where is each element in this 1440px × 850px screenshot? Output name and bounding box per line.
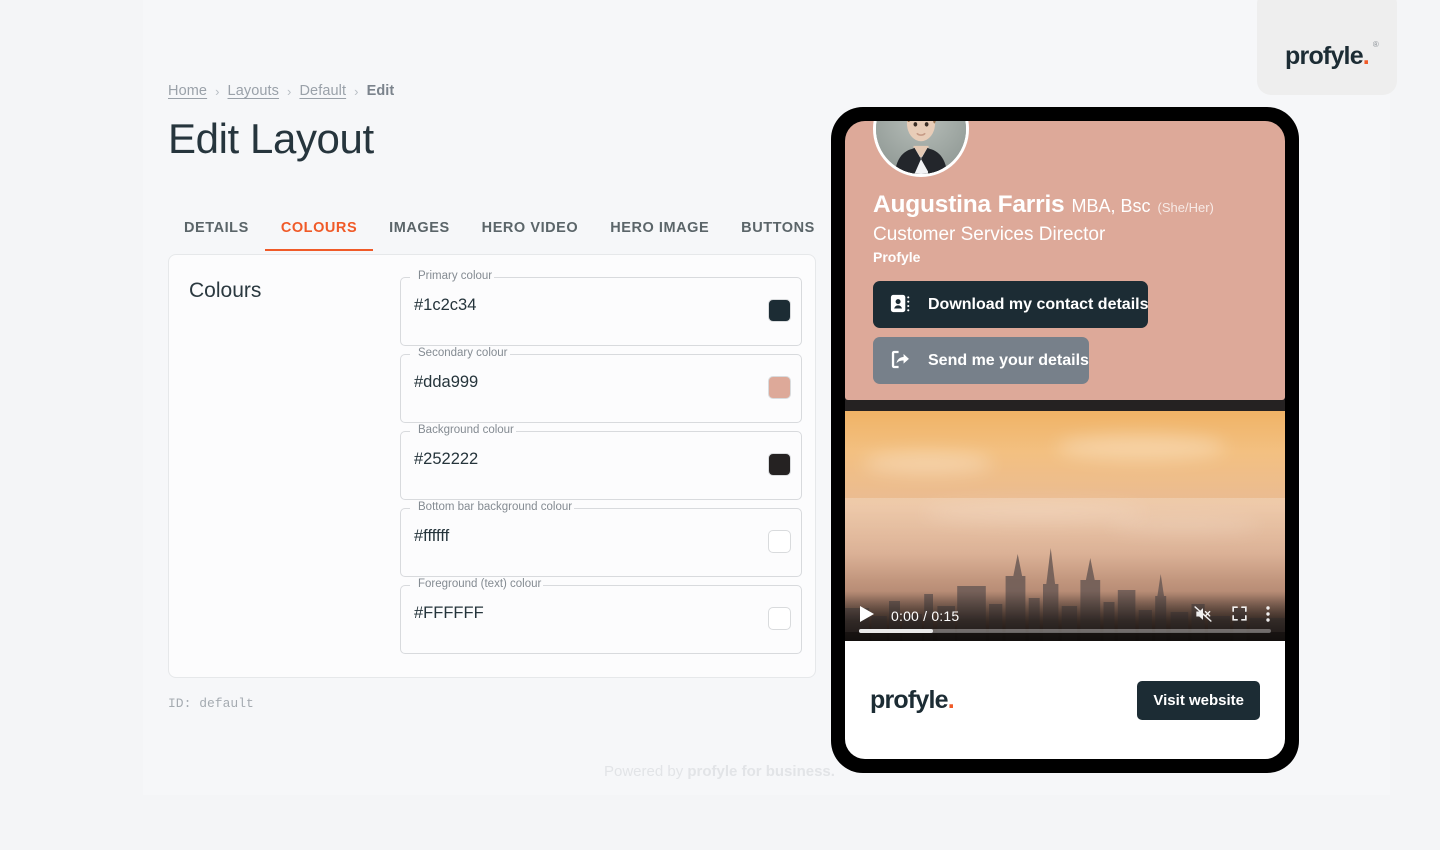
swatch-secondary-colour[interactable] [768,376,791,399]
layout-id-label: ID: default [168,696,254,711]
breadcrumb-item-default[interactable]: Default [299,83,346,99]
breadcrumb-item-layouts[interactable]: Layouts [228,83,280,99]
preview-brand-logo-dot: . [947,685,955,714]
brand-logo-text: profyle [1285,42,1364,70]
breadcrumb: Home › Layouts › Default › Edit [168,83,394,99]
cloud-shape [1056,434,1227,460]
person-company: Profyle [873,249,921,265]
tab-images[interactable]: IMAGES [373,220,466,251]
field-label-foreground-text-colour: Foreground (text) colour [418,578,542,590]
field-label-bottom-bar-background-colour: Bottom bar background colour [418,501,573,513]
cloud-shape [862,452,993,475]
powered-by-footer: Powered by profyle for business. [604,763,835,780]
input-primary-colour[interactable] [401,289,731,321]
send-me-your-details-label: Send me your details [928,351,1089,369]
visit-website-button[interactable]: Visit website [1137,680,1260,720]
preview-brand-logo: profyle. [870,685,955,715]
field-foreground-text-colour: Foreground (text) colour Foreground (tex… [400,578,802,654]
phone-preview-frame: Augustina Farris MBA, Bsc (She/Her) Cust… [831,107,1299,773]
play-icon[interactable] [859,605,875,628]
swatch-bottom-bar-background-colour[interactable] [768,530,791,553]
more-options-icon[interactable] [1265,604,1271,629]
field-label-background-colour: Background colour [418,424,514,436]
input-secondary-colour[interactable] [401,366,731,398]
person-qualifications: MBA, Bsc [1071,196,1151,216]
video-progress-fill [859,629,934,633]
field-secondary-colour: Secondary colour Secondary colour [400,347,802,423]
colours-card: Colours Primary colour Primary colour Se… [168,254,816,678]
registered-mark: ® [1372,40,1379,49]
tab-details[interactable]: DETAILS [168,220,265,251]
person-name-line: Augustina Farris MBA, Bsc (She/Her) [859,191,1271,219]
brand-logo-badge: profyle. ® [1257,0,1397,95]
video-progress-bar[interactable] [859,629,1271,633]
field-primary-colour: Primary colour Primary colour [400,270,802,346]
video-controls-bar: 0:00 / 0:15 [845,591,1285,641]
share-out-icon [889,348,912,374]
field-label-primary-colour: Primary colour [418,270,493,282]
colour-fields-list: Primary colour Primary colour Secondary … [400,270,802,654]
fullscreen-icon[interactable] [1230,604,1249,628]
breadcrumb-separator: › [215,83,220,99]
swatch-primary-colour[interactable] [768,299,791,322]
hero-video-player[interactable]: 0:00 / 0:15 [845,411,1285,641]
tab-hero-image[interactable]: HERO IMAGE [594,220,725,251]
person-pronouns: (She/Her) [1157,200,1214,215]
field-label-secondary-colour: Secondary colour [418,347,508,359]
input-background-colour[interactable] [401,443,731,475]
video-time-display: 0:00 / 0:15 [891,608,960,624]
field-background-colour: Background colour Background colour [400,424,802,500]
swatch-background-colour[interactable] [768,453,791,476]
contact-card-icon [889,292,912,318]
tab-buttons[interactable]: BUTTONS [725,220,831,251]
preview-bottom-bar: profyle. Visit website [845,641,1285,759]
mute-icon[interactable] [1192,604,1214,629]
page-root: profyle. ® Home › Layouts › Default › Edi… [0,0,1440,850]
preview-brand-logo-text: profyle [870,685,949,714]
swatch-foreground-text-colour[interactable] [768,607,791,630]
person-role: Customer Services Director [873,224,1106,245]
brand-logo: profyle. ® [1285,40,1379,71]
tab-colours[interactable]: COLOURS [264,220,374,251]
tab-bar: DETAILS COLOURS IMAGES HERO VIDEO HERO I… [168,220,831,251]
powered-by-brand: profyle for business. [687,763,835,780]
cloud-shape [924,503,1145,523]
page-title: Edit Layout [168,115,374,162]
avatar [873,121,969,177]
brand-logo-dot: . [1362,42,1370,70]
breadcrumb-separator: › [287,83,292,99]
cloud-shape [1109,516,1259,533]
person-name: Augustina Farris [873,191,1065,218]
colours-card-heading: Colours [189,279,262,302]
breadcrumb-item-edit: Edit [366,83,395,99]
download-contact-details-button[interactable]: Download my contact details [873,281,1149,328]
breadcrumb-separator: › [354,83,359,99]
breadcrumb-item-home[interactable]: Home [168,83,207,99]
input-bottom-bar-background-colour[interactable] [401,520,731,552]
profile-hero: Augustina Farris MBA, Bsc (She/Her) Cust… [845,121,1285,400]
field-bottom-bar-background-colour: Bottom bar background colour Bottom bar … [400,501,802,577]
download-contact-details-label: Download my contact details [928,295,1149,313]
phone-preview-screen: Augustina Farris MBA, Bsc (She/Her) Cust… [845,121,1285,759]
tab-hero-video[interactable]: HERO VIDEO [466,220,595,251]
send-me-your-details-button[interactable]: Send me your details [873,337,1089,384]
input-foreground-text-colour[interactable] [401,597,731,629]
powered-by-prefix: Powered by [604,763,688,780]
